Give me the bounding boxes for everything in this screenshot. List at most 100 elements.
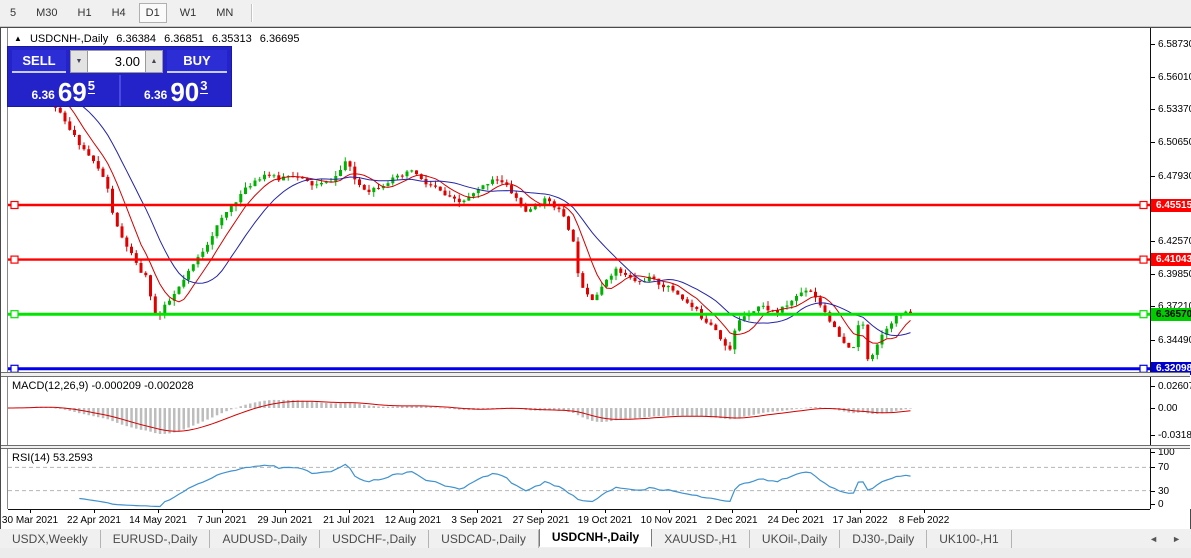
price-tick-mark bbox=[1151, 241, 1155, 242]
sell-button[interactable]: SELL bbox=[12, 50, 66, 73]
date-tick-mark bbox=[541, 510, 542, 513]
date-label: 8 Feb 2022 bbox=[898, 515, 950, 526]
tab-scroll-arrows: ◄ ► bbox=[1135, 534, 1181, 544]
rsi-tick-mark bbox=[1151, 504, 1155, 505]
rsi-tick-label: 30 bbox=[1158, 486, 1170, 497]
tab-xauusd-h1[interactable]: XAUUSD-,H1 bbox=[652, 529, 750, 548]
date-tick-mark bbox=[860, 510, 861, 513]
date-tick-mark bbox=[94, 510, 95, 513]
date-tick-mark bbox=[222, 510, 223, 513]
tab-scroll-right-icon[interactable]: ► bbox=[1172, 534, 1181, 544]
price-axis[interactable]: 6.587306.560106.533706.506506.479306.452… bbox=[1150, 28, 1191, 510]
timeframe-button-m30[interactable]: M30 bbox=[29, 3, 64, 23]
date-tick-mark bbox=[477, 510, 478, 513]
buy-price-prefix: 6.36 bbox=[143, 88, 168, 102]
price-tick-label: 6.53370 bbox=[1158, 104, 1191, 115]
ohlc-low: 6.35313 bbox=[211, 33, 252, 45]
macd-tick-mark bbox=[1151, 435, 1155, 436]
date-label: 2 Dec 2021 bbox=[706, 515, 758, 526]
pane-separator[interactable] bbox=[1, 445, 1190, 449]
price-tick-mark bbox=[1151, 176, 1155, 177]
pane-separator[interactable] bbox=[1, 372, 1190, 377]
macd-tick-mark bbox=[1151, 408, 1155, 409]
sell-price-display[interactable]: 6.36 69 5 bbox=[8, 75, 121, 106]
sell-price-big: 69 bbox=[57, 77, 87, 107]
timeframe-button-w1[interactable]: W1 bbox=[173, 3, 204, 23]
rsi-tick-mark bbox=[1151, 467, 1155, 468]
volume-input[interactable]: 3.00 bbox=[88, 50, 145, 73]
tab-usdx-weekly[interactable]: USDX,Weekly bbox=[0, 529, 101, 548]
volume-increase-icon[interactable]: ▲ bbox=[145, 50, 163, 73]
timeframe-button-mn[interactable]: MN bbox=[209, 3, 240, 23]
price-tick-label: 6.39850 bbox=[1158, 269, 1191, 280]
timeframe-button-h1[interactable]: H1 bbox=[71, 3, 99, 23]
chart-symbol-period: USDCNH-,Daily bbox=[29, 33, 109, 45]
buy-button[interactable]: BUY bbox=[167, 50, 227, 73]
date-label: 19 Oct 2021 bbox=[577, 515, 633, 526]
date-label: 21 Jul 2021 bbox=[323, 515, 375, 526]
timeframe-toolbar: 5 M30 H1 H4 D1 W1 MN bbox=[0, 0, 1191, 27]
date-label: 30 Mar 2021 bbox=[1, 515, 59, 526]
price-line-badge[interactable]: 6.45515 bbox=[1151, 199, 1191, 212]
one-click-trading-panel: SELL ▼ 3.00 ▲ BUY 6.36 69 5 6.36 90 3 bbox=[8, 47, 231, 106]
price-line-badge[interactable]: 6.41043 bbox=[1151, 253, 1191, 266]
chart-tab-bar: USDX,Weekly EURUSD-,Daily AUDUSD-,Daily USD… bbox=[0, 526, 1191, 548]
date-tick-mark bbox=[30, 510, 31, 513]
tab-scroll-left-icon[interactable]: ◄ bbox=[1149, 534, 1158, 544]
buy-price-big: 90 bbox=[170, 77, 200, 107]
sell-price-pip: 5 bbox=[87, 78, 95, 94]
date-axis[interactable]: 30 Mar 2021 22 Apr 2021 14 May 2021 7 Jun 2… bbox=[2, 509, 1150, 529]
volume-decrease-icon[interactable]: ▼ bbox=[70, 50, 88, 73]
date-tick-mark bbox=[413, 510, 414, 513]
date-tick-mark bbox=[285, 510, 286, 513]
volume-spinner: ▼ 3.00 ▲ bbox=[70, 50, 163, 73]
collapse-chart-icon[interactable]: ▲ bbox=[14, 34, 22, 43]
sell-price-prefix: 6.36 bbox=[31, 88, 55, 102]
rsi-indicator-pane[interactable] bbox=[8, 449, 1150, 509]
price-tick-mark bbox=[1151, 340, 1155, 341]
tab-audusd-daily[interactable]: AUDUSD-,Daily bbox=[210, 529, 321, 548]
price-tick-mark bbox=[1151, 274, 1155, 275]
date-label: 12 Aug 2021 bbox=[384, 515, 442, 526]
price-tick-label: 6.42570 bbox=[1158, 236, 1191, 247]
macd-tick-label: 0.00 bbox=[1158, 403, 1178, 414]
price-tick-label: 6.50650 bbox=[1158, 137, 1191, 148]
mt4-terminal: 5 M30 H1 H4 D1 W1 MN ▲ USDCNH-,Daily 6.36384 6… bbox=[0, 0, 1191, 558]
tab-uk100-h1[interactable]: UK100-,H1 bbox=[927, 529, 1012, 548]
date-label: 27 Sep 2021 bbox=[512, 515, 570, 526]
tab-usdcnh-daily[interactable]: USDCNH-,Daily bbox=[538, 526, 653, 547]
price-line-badge[interactable]: 6.36570 bbox=[1151, 308, 1191, 321]
toolbar-separator bbox=[251, 4, 254, 22]
price-tick-label: 6.34490 bbox=[1158, 335, 1191, 346]
rsi-tick-label: 70 bbox=[1158, 462, 1170, 473]
rsi-tick-mark bbox=[1151, 491, 1155, 492]
date-label: 14 May 2021 bbox=[129, 515, 187, 526]
price-tick-label: 6.58730 bbox=[1158, 39, 1191, 50]
price-tick-label: 6.56010 bbox=[1158, 72, 1191, 83]
ohlc-high: 6.36851 bbox=[164, 33, 204, 45]
timeframe-button-h4[interactable]: H4 bbox=[105, 3, 133, 23]
date-tick-mark bbox=[605, 510, 606, 513]
date-tick-mark bbox=[158, 510, 159, 513]
price-tick-mark bbox=[1151, 142, 1155, 143]
macd-label: MACD(12,26,9) -0.000209 -0.002028 bbox=[12, 380, 194, 392]
rsi-label: RSI(14) 53.2593 bbox=[12, 452, 93, 464]
buy-price-pip: 3 bbox=[200, 78, 208, 94]
rsi-tick-mark bbox=[1151, 452, 1155, 453]
date-label: 7 Jun 2021 bbox=[197, 515, 247, 526]
buy-price-display[interactable]: 6.36 90 3 bbox=[121, 75, 232, 106]
tab-usdcad-daily[interactable]: USDCAD-,Daily bbox=[429, 529, 539, 548]
date-tick-mark bbox=[732, 510, 733, 513]
date-tick-mark bbox=[669, 510, 670, 513]
price-tick-mark bbox=[1151, 109, 1155, 110]
chart-title: ▲ USDCNH-,Daily 6.36384 6.36851 6.35313 … bbox=[14, 33, 300, 46]
timeframe-button-d1[interactable]: D1 bbox=[138, 3, 167, 23]
tab-eurusd-daily[interactable]: EURUSD-,Daily bbox=[101, 529, 211, 548]
timeframe-button-5[interactable]: 5 bbox=[3, 3, 23, 23]
ohlc-close: 6.36695 bbox=[259, 33, 300, 45]
tab-ukoil-daily[interactable]: UKOil-,Daily bbox=[750, 529, 841, 548]
date-label: 10 Nov 2021 bbox=[640, 515, 698, 526]
tab-dj30-daily[interactable]: DJ30-,Daily bbox=[840, 529, 928, 548]
ohlc-open: 6.36384 bbox=[116, 33, 157, 45]
tab-usdchf-daily[interactable]: USDCHF-,Daily bbox=[320, 529, 430, 548]
